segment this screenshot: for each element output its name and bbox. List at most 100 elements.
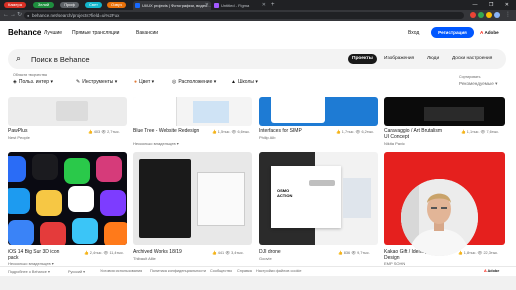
adobe-link[interactable]: A Adobe [480, 30, 499, 35]
tab-group-label: Зелий [37, 2, 50, 7]
back-icon[interactable]: ← [3, 10, 9, 21]
project-owner[interactable]: Goovie [259, 256, 272, 261]
school-filter[interactable]: ▲ Школы ▾ [231, 79, 258, 85]
sort-dropdown[interactable]: Рекомендуемые ▾ [459, 81, 497, 87]
view-count: 22,3тыс. [483, 251, 499, 255]
footer-cookie-link[interactable]: Настройки файлов cookie [256, 269, 301, 273]
project-title[interactable]: iOS 14 Big Sur 3D icon pack [8, 249, 68, 261]
webcam-person-image [401, 179, 478, 256]
browser-toolbar: ← → ↻ ● behance.net/search/projects?fiel… [0, 10, 516, 21]
view-count: 3,4тыс. [231, 251, 244, 255]
project-thumbnail-pawplus[interactable] [8, 97, 127, 126]
tab-projects[interactable]: Проекты [348, 54, 377, 64]
project-title[interactable]: DJI drone [259, 249, 281, 255]
field-filter-dropdown[interactable]: ◈ Польз. интер ▾ [13, 79, 53, 85]
field-filter-icon: ◈ [13, 79, 17, 85]
view-count: 6,6тыс. [237, 130, 251, 134]
project-owner[interactable]: Nest People [8, 135, 30, 140]
project-stats: 👍 1,1тыс. 👁 7,6тыс. [461, 130, 500, 134]
nav-best[interactable]: Лучшие [44, 30, 62, 36]
nav-jobs[interactable]: Вакансии [136, 30, 158, 36]
thumbnail-art [309, 180, 335, 186]
project-thumbnail-ios-icons[interactable] [8, 152, 127, 245]
project-stats: 👍 403 👁 2,7тыс. [88, 130, 120, 134]
footer-language-link[interactable]: Русский ▾ [68, 269, 85, 274]
location-filter[interactable]: ◎ Расположение ▾ [172, 79, 216, 85]
footer-about-link[interactable]: Подробнее о Behance ▾ [8, 269, 50, 274]
behance-logo[interactable]: Behance [8, 28, 41, 37]
extension-icon[interactable] [470, 12, 476, 18]
project-stats: 👍 2,4тыс. 👁 11,4тыс. [84, 251, 124, 255]
close-tab-icon[interactable]: ✕ [262, 1, 266, 10]
filter-label: Инструменты [82, 79, 114, 85]
footer-adobe-link[interactable]: A Adobe [484, 269, 499, 273]
browser-tab-bar: Камера Зелий Проф Свет Озвуч UI/UX proje… [0, 0, 516, 10]
figma-favicon-icon [214, 3, 219, 8]
close-tab-icon[interactable]: ✕ [205, 1, 209, 10]
tab-group-1[interactable]: Камера [4, 2, 26, 8]
filter-label: Цвет [139, 79, 151, 85]
tab-group-5[interactable]: Озвуч [107, 2, 126, 8]
thumbnail-art [133, 97, 177, 126]
browser-tab-figma[interactable]: Untitled - Figma ✕ [212, 1, 268, 10]
window-controls[interactable]: — ❐ ✕ [473, 0, 514, 10]
project-owner[interactable]: Nikita Pavic [384, 141, 405, 146]
tab-people[interactable]: Люди [423, 54, 443, 64]
like-count: 1,7тыс. [341, 130, 355, 134]
thumbnail-art [424, 107, 484, 121]
browser-tab-behance[interactable]: UI/UX projects | Фотографии, видео... ✕ [133, 1, 211, 10]
project-thumbnail-archived[interactable] [133, 152, 252, 245]
tools-filter[interactable]: ✎ Инструменты ▾ [76, 79, 117, 85]
project-title[interactable]: PawPlus [8, 128, 27, 134]
footer-privacy-link[interactable]: Политика конфиденциальности [150, 269, 206, 273]
project-title[interactable]: Blue Tree - Website Redesign [133, 128, 199, 134]
tools-icon: ✎ [76, 79, 81, 85]
project-owner[interactable]: Thibault Allie [133, 256, 156, 261]
sign-in-link[interactable]: Вход [408, 30, 419, 36]
page-footer: Подробнее о Behance ▾ Русский ▾ Условия … [0, 266, 516, 276]
tab-group-2[interactable]: Зелий [33, 2, 54, 8]
footer-link-label: Подробнее о Behance [8, 270, 47, 274]
app-icons-art [8, 154, 127, 245]
extension-icon[interactable] [486, 12, 492, 18]
footer-terms-link[interactable]: Условия использования [100, 269, 142, 273]
project-owner[interactable]: Несколько владельцев ▾ [133, 141, 179, 146]
forward-icon[interactable]: → [10, 10, 16, 21]
project-stats: 👍 1,5тыс. 👁 6,6тыс. [212, 130, 251, 134]
tab-group-4[interactable]: Свет [85, 2, 102, 8]
project-owner[interactable]: Philip Alb [259, 135, 275, 140]
project-title[interactable]: Interfaces for SIMP [259, 128, 302, 134]
nav-live[interactable]: Прямые трансляции [72, 30, 119, 36]
owner-name: Несколько владельцев [133, 141, 176, 146]
chevron-down-icon: ▾ [255, 79, 258, 85]
tab-title: UI/UX projects | Фотографии, видео... [142, 3, 211, 8]
project-thumbnail-caravaggio[interactable] [384, 97, 505, 126]
tab-images[interactable]: Изображения [380, 54, 418, 64]
school-icon: ▲ [231, 79, 236, 85]
footer-community-link[interactable]: Сообщество [210, 269, 232, 273]
project-title[interactable]: Caravaggio / Art Brutalism UI Concept [384, 128, 444, 140]
project-stats: 👍 441 👁 3,4тыс. [212, 251, 244, 255]
like-count: 403 [93, 130, 101, 134]
profile-avatar-icon[interactable] [494, 12, 500, 18]
extension-icon[interactable] [478, 12, 484, 18]
like-count: 2,4тыс. [89, 251, 103, 255]
reload-icon[interactable]: ↻ [17, 10, 22, 21]
tab-group-3[interactable]: Проф [60, 2, 79, 8]
register-button[interactable]: Регистрация [431, 27, 474, 38]
footer-help-link[interactable]: Справка [237, 269, 252, 273]
project-thumbnail-dji[interactable]: OSMO ACTION [259, 152, 378, 245]
color-filter[interactable]: ● Цвет ▾ [134, 79, 154, 85]
adobe-logo-icon: A [484, 269, 487, 273]
view-count: 7,6тыс. [486, 130, 500, 134]
address-bar[interactable]: ● behance.net/search/projects?field=ui%2… [24, 12, 464, 19]
search-input[interactable] [31, 53, 331, 65]
browser-menu-icon[interactable]: ⋮ [505, 10, 511, 21]
new-tab-button[interactable]: + [269, 1, 279, 10]
tab-moodboards[interactable]: Доски настроения [448, 54, 496, 64]
project-thumbnail-simp[interactable] [259, 97, 378, 126]
project-thumbnail-bluetree[interactable] [133, 97, 252, 126]
project-stats: 👍 1,8тыс. 👁 22,3тыс. [458, 251, 499, 255]
thumbnail-text: OSMO ACTION [277, 188, 293, 198]
project-title[interactable]: Archived Works 18/19 [133, 249, 182, 255]
